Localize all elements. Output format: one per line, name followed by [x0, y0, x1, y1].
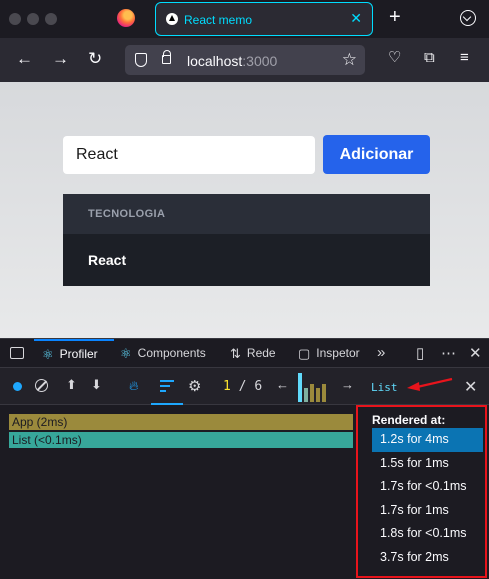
commit-separator: /: [230, 379, 255, 394]
tab-profiler-label: Profiler: [59, 347, 98, 361]
commit-bar[interactable]: [304, 388, 308, 402]
element-picker-icon[interactable]: [10, 347, 24, 359]
devtools-close-icon[interactable]: ✕: [469, 344, 482, 362]
technology-list: TECNOLOGIA React: [63, 194, 430, 286]
react-icon: ⚛: [42, 347, 54, 363]
browser-tab-react-memo[interactable]: React memo ✕: [155, 2, 373, 36]
commit-bar[interactable]: [298, 373, 302, 402]
url-port: :3000: [242, 53, 278, 69]
tab-network-label: Rede: [246, 346, 276, 360]
tab-components-label: Components: [137, 346, 206, 360]
save-profile-icon[interactable]: ⬇: [91, 378, 102, 391]
selected-component-label: List: [371, 381, 398, 394]
technology-input[interactable]: React: [63, 136, 315, 174]
bookmark-star-icon[interactable]: ☆: [342, 50, 357, 70]
devtools-menu-icon[interactable]: ⋯: [441, 344, 456, 362]
new-tab-icon[interactable]: +: [389, 6, 401, 29]
url-host: localhost: [187, 53, 243, 69]
firefox-icon[interactable]: [117, 9, 135, 27]
commit-bar-chart[interactable]: [297, 370, 329, 402]
favicon-icon: [166, 13, 178, 25]
rendered-at-title: Rendered at:: [372, 413, 446, 427]
flamegraph-node-app[interactable]: App (2ms): [9, 414, 353, 430]
browser-nav-bar: ← → ↻ localhost:3000 ☆ ♡ ⧉ ≡: [0, 38, 489, 82]
network-icon: ⇅: [230, 346, 241, 362]
clear-profile-icon[interactable]: [35, 379, 48, 392]
commit-current: 1: [223, 379, 231, 394]
load-profile-icon[interactable]: ⬆: [66, 378, 77, 391]
tracking-protection-icon[interactable]: [135, 53, 147, 67]
commit-total: 6: [254, 379, 263, 394]
list-header: TECNOLOGIA: [63, 194, 430, 234]
tab-title: React memo: [184, 13, 253, 27]
ranked-chart-icon[interactable]: [151, 368, 183, 405]
record-icon[interactable]: [13, 382, 22, 391]
render-item[interactable]: 1.7s for <0.1ms: [372, 475, 483, 499]
reload-icon[interactable]: ↻: [88, 50, 102, 67]
devtools-tab-bar: ⚛ Profiler ⚛ Components ⇅ Rede ▢ Inspetor » …: [0, 338, 489, 367]
commit-indicator: 1 / 6: [223, 379, 262, 394]
rendered-at-sidebar: Rendered at: 1.2s for 4ms 1.5s for 1ms 1…: [356, 405, 487, 579]
settings-gear-icon[interactable]: ⚙: [188, 377, 201, 395]
flamegraph-icon[interactable]: 🔥︎: [129, 378, 139, 394]
inspector-icon: ▢: [298, 346, 311, 362]
commit-bar[interactable]: [316, 388, 320, 402]
react-icon: ⚛: [120, 346, 132, 362]
browser-tab-bar: React memo ✕ +: [0, 0, 489, 38]
annotation-arrow-icon: [407, 377, 453, 391]
extensions-icon[interactable]: ⧉: [424, 50, 435, 65]
render-list: 1.2s for 4ms 1.5s for 1ms 1.7s for <0.1m…: [372, 428, 483, 569]
next-commit-icon[interactable]: →: [341, 378, 354, 391]
pocket-icon[interactable]: ♡: [388, 50, 401, 65]
flamegraph-node-list[interactable]: List (<0.1ms): [9, 432, 353, 448]
more-tabs-icon[interactable]: »: [377, 344, 385, 361]
commit-bar[interactable]: [310, 384, 314, 402]
render-item[interactable]: 1.5s for 1ms: [372, 452, 483, 476]
close-sidebar-icon[interactable]: ✕: [464, 377, 477, 397]
commit-bar[interactable]: [322, 384, 326, 402]
maximize-window-button[interactable]: [45, 13, 57, 25]
minimize-window-button[interactable]: [27, 13, 39, 25]
render-item[interactable]: 1.8s for <0.1ms: [372, 522, 483, 546]
dock-toggle-icon[interactable]: ▯: [416, 344, 424, 362]
tab-inspector-label: Inspetor: [316, 346, 360, 360]
lock-icon[interactable]: [162, 50, 171, 64]
list-item: React: [88, 252, 127, 268]
flamegraph-area: App (2ms) List (<0.1ms) Rendered at: 1.2…: [0, 405, 489, 579]
render-item[interactable]: 1.7s for 1ms: [372, 499, 483, 523]
url-text[interactable]: localhost:3000: [187, 53, 277, 69]
previous-commit-icon[interactable]: ←: [276, 378, 289, 391]
tab-profiler[interactable]: ⚛ Profiler: [34, 339, 114, 368]
tab-components[interactable]: ⚛ Components: [120, 339, 206, 368]
url-bar[interactable]: localhost:3000 ☆: [125, 45, 365, 75]
menu-icon[interactable]: ≡: [460, 50, 469, 65]
forward-icon[interactable]: →: [52, 50, 69, 67]
tab-inspector[interactable]: ▢ Inspetor: [298, 339, 360, 368]
close-window-button[interactable]: [9, 13, 21, 25]
add-button[interactable]: Adicionar: [323, 135, 430, 174]
back-icon[interactable]: ←: [16, 50, 33, 67]
tab-list-icon[interactable]: [460, 10, 476, 26]
page-content: React Adicionar TECNOLOGIA React: [0, 82, 489, 338]
tab-network[interactable]: ⇅ Rede: [230, 339, 276, 368]
render-item[interactable]: 3.7s for 2ms: [372, 546, 483, 570]
render-item[interactable]: 1.2s for 4ms: [372, 428, 483, 452]
close-tab-icon[interactable]: ✕: [350, 10, 362, 27]
